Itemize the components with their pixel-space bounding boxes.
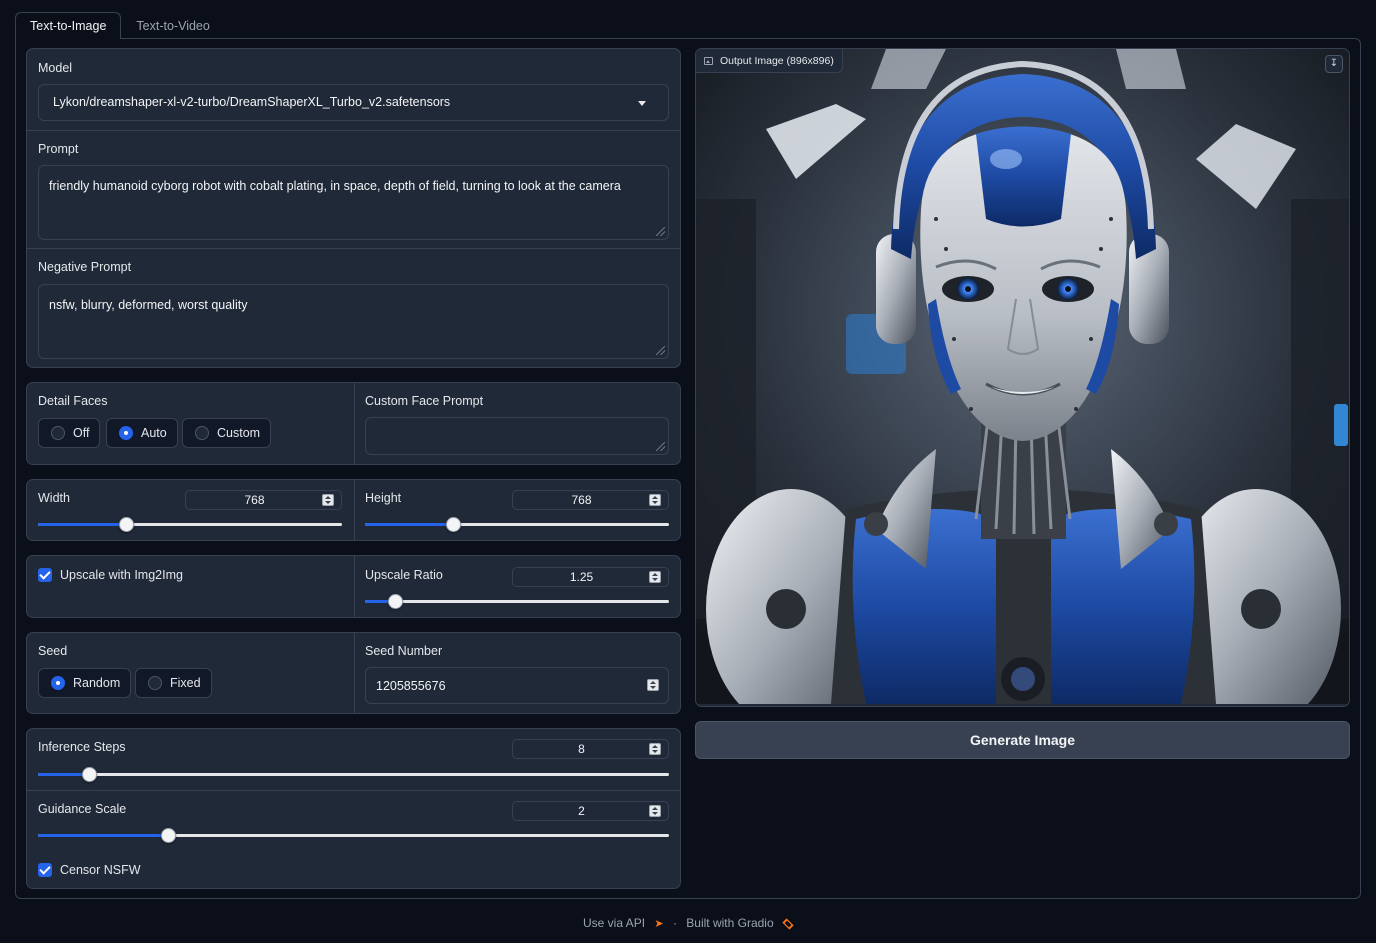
seed-fixed[interactable]: Fixed (135, 668, 212, 698)
slider-thumb[interactable] (446, 517, 462, 532)
slider-thumb[interactable] (82, 767, 98, 782)
slider-fill (365, 523, 454, 526)
custom-face-prompt-input[interactable] (365, 417, 669, 455)
chevron-down-icon (638, 101, 646, 106)
resize-handle[interactable] (656, 346, 665, 355)
height-input[interactable]: 768 (512, 490, 669, 510)
sampling-panel: Inference Steps 8 Guidance Scale 2 Censo… (26, 728, 681, 889)
prompt-panel: Model Lykon/dreamshaper-xl-v2-turbo/Drea… (26, 48, 681, 368)
check-icon (38, 863, 52, 877)
prompt-input[interactable]: friendly humanoid cyborg robot with coba… (38, 165, 669, 240)
seed-panel: Seed Random Fixed Seed Number 1205855676 (26, 632, 681, 714)
slider-thumb[interactable] (160, 828, 176, 843)
radio-label: Fixed (170, 676, 201, 690)
slider-thumb[interactable] (388, 594, 404, 609)
seed-number-input[interactable]: 1205855676 (365, 667, 669, 704)
radio-label: Custom (217, 426, 261, 440)
height-value: 768 (571, 493, 592, 507)
censor-nsfw-label: Censor NSFW (60, 863, 141, 877)
model-dropdown[interactable]: Lykon/dreamshaper-xl-v2-turbo/DreamShape… (38, 84, 669, 121)
detail-faces-custom[interactable]: Custom (182, 418, 272, 448)
resize-handle[interactable] (656, 227, 665, 236)
model-value: Lykon/dreamshaper-xl-v2-turbo/DreamShape… (53, 95, 451, 109)
output-image-panel: Output Image (896x896) ↧ (695, 48, 1350, 707)
upscale-ratio-label: Upscale Ratio (365, 568, 443, 582)
footer: Use via API ➤ · Built with Gradio (0, 916, 1376, 930)
spinner-icon[interactable] (649, 571, 661, 583)
image-icon (704, 56, 713, 65)
custom-face-prompt-label: Custom Face Prompt (365, 394, 484, 408)
upscale-ratio-value: 1.25 (569, 570, 594, 584)
footer-separator: · (672, 916, 677, 930)
output-image (696, 49, 1349, 704)
prompt-label: Prompt (38, 142, 79, 156)
resize-handle[interactable] (656, 442, 665, 451)
prompt-text: friendly humanoid cyborg robot with coba… (49, 179, 621, 193)
negative-prompt-input[interactable]: nsfw, blurry, deformed, worst quality (38, 284, 669, 359)
model-label: Model (38, 61, 73, 75)
radio-dot (148, 676, 162, 690)
download-icon[interactable]: ↧ (1325, 55, 1343, 73)
size-panel: Width 768 Height 768 (26, 479, 681, 541)
tab-text-to-video[interactable]: Text-to-Video (121, 12, 224, 39)
width-value: 768 (244, 493, 265, 507)
spinner-icon[interactable] (649, 494, 661, 506)
radio-dot (51, 676, 65, 690)
use-via-api-link[interactable]: Use via API (583, 916, 645, 930)
upscale-label: Upscale with Img2Img (60, 568, 183, 582)
check-icon (38, 568, 52, 582)
slider-thumb[interactable] (119, 517, 135, 532)
generate-image-button[interactable]: Generate Image (695, 721, 1350, 759)
spinner-icon[interactable] (647, 679, 659, 691)
radio-dot (195, 426, 209, 440)
negative-prompt-text: nsfw, blurry, deformed, worst quality (49, 298, 248, 312)
gradio-logo-icon (782, 918, 794, 930)
inference-steps-input[interactable]: 8 (512, 739, 669, 759)
radio-label: Auto (141, 426, 167, 440)
upscale-checkbox[interactable]: Upscale with Img2Img (38, 568, 183, 582)
output-image-label: Output Image (896x896) (696, 49, 843, 73)
upscale-panel: Upscale with Img2Img Upscale Ratio 1.25 (26, 555, 681, 618)
slider-fill (38, 523, 127, 526)
tab-text-to-image[interactable]: Text-to-Image (15, 12, 122, 39)
inference-steps-slider[interactable] (38, 767, 669, 782)
radio-dot (119, 426, 133, 440)
width-label: Width (38, 491, 70, 505)
seed-label: Seed (38, 644, 68, 658)
detail-faces-auto[interactable]: Auto (106, 418, 178, 448)
spinner-icon[interactable] (649, 805, 661, 817)
rocket-icon: ➤ (654, 918, 664, 930)
output-image-title: Output Image (896x896) (720, 54, 834, 67)
negative-prompt-label: Negative Prompt (38, 260, 132, 274)
height-slider[interactable] (365, 517, 669, 532)
detail-faces-off[interactable]: Off (38, 418, 101, 448)
guidance-scale-value: 2 (578, 804, 585, 818)
slider-fill (38, 834, 168, 837)
inference-steps-label: Inference Steps (38, 740, 126, 754)
detail-faces-panel: Detail Faces Off Auto Custom Custom Face… (26, 382, 681, 465)
spinner-icon[interactable] (649, 743, 661, 755)
radio-label: Off (73, 426, 90, 440)
radio-label: Random (73, 676, 121, 690)
guidance-scale-input[interactable]: 2 (512, 801, 669, 821)
built-with-gradio-link[interactable]: Built with Gradio (686, 916, 773, 930)
upscale-ratio-input[interactable]: 1.25 (512, 567, 669, 587)
tab-bar: Text-to-Image Text-to-Video (15, 12, 225, 39)
spinner-icon[interactable] (322, 494, 334, 506)
inference-steps-value: 8 (578, 742, 585, 756)
upscale-ratio-slider[interactable] (365, 594, 669, 609)
censor-nsfw-checkbox[interactable]: Censor NSFW (38, 863, 141, 877)
width-slider[interactable] (38, 517, 342, 532)
radio-dot (51, 426, 65, 440)
detail-faces-label: Detail Faces (38, 394, 108, 408)
seed-number-label: Seed Number (365, 644, 443, 658)
guidance-scale-label: Guidance Scale (38, 802, 127, 816)
seed-number-value: 1205855676 (376, 679, 446, 693)
guidance-scale-slider[interactable] (38, 828, 669, 843)
width-input[interactable]: 768 (185, 490, 342, 510)
seed-random[interactable]: Random (38, 668, 132, 698)
height-label: Height (365, 491, 402, 505)
